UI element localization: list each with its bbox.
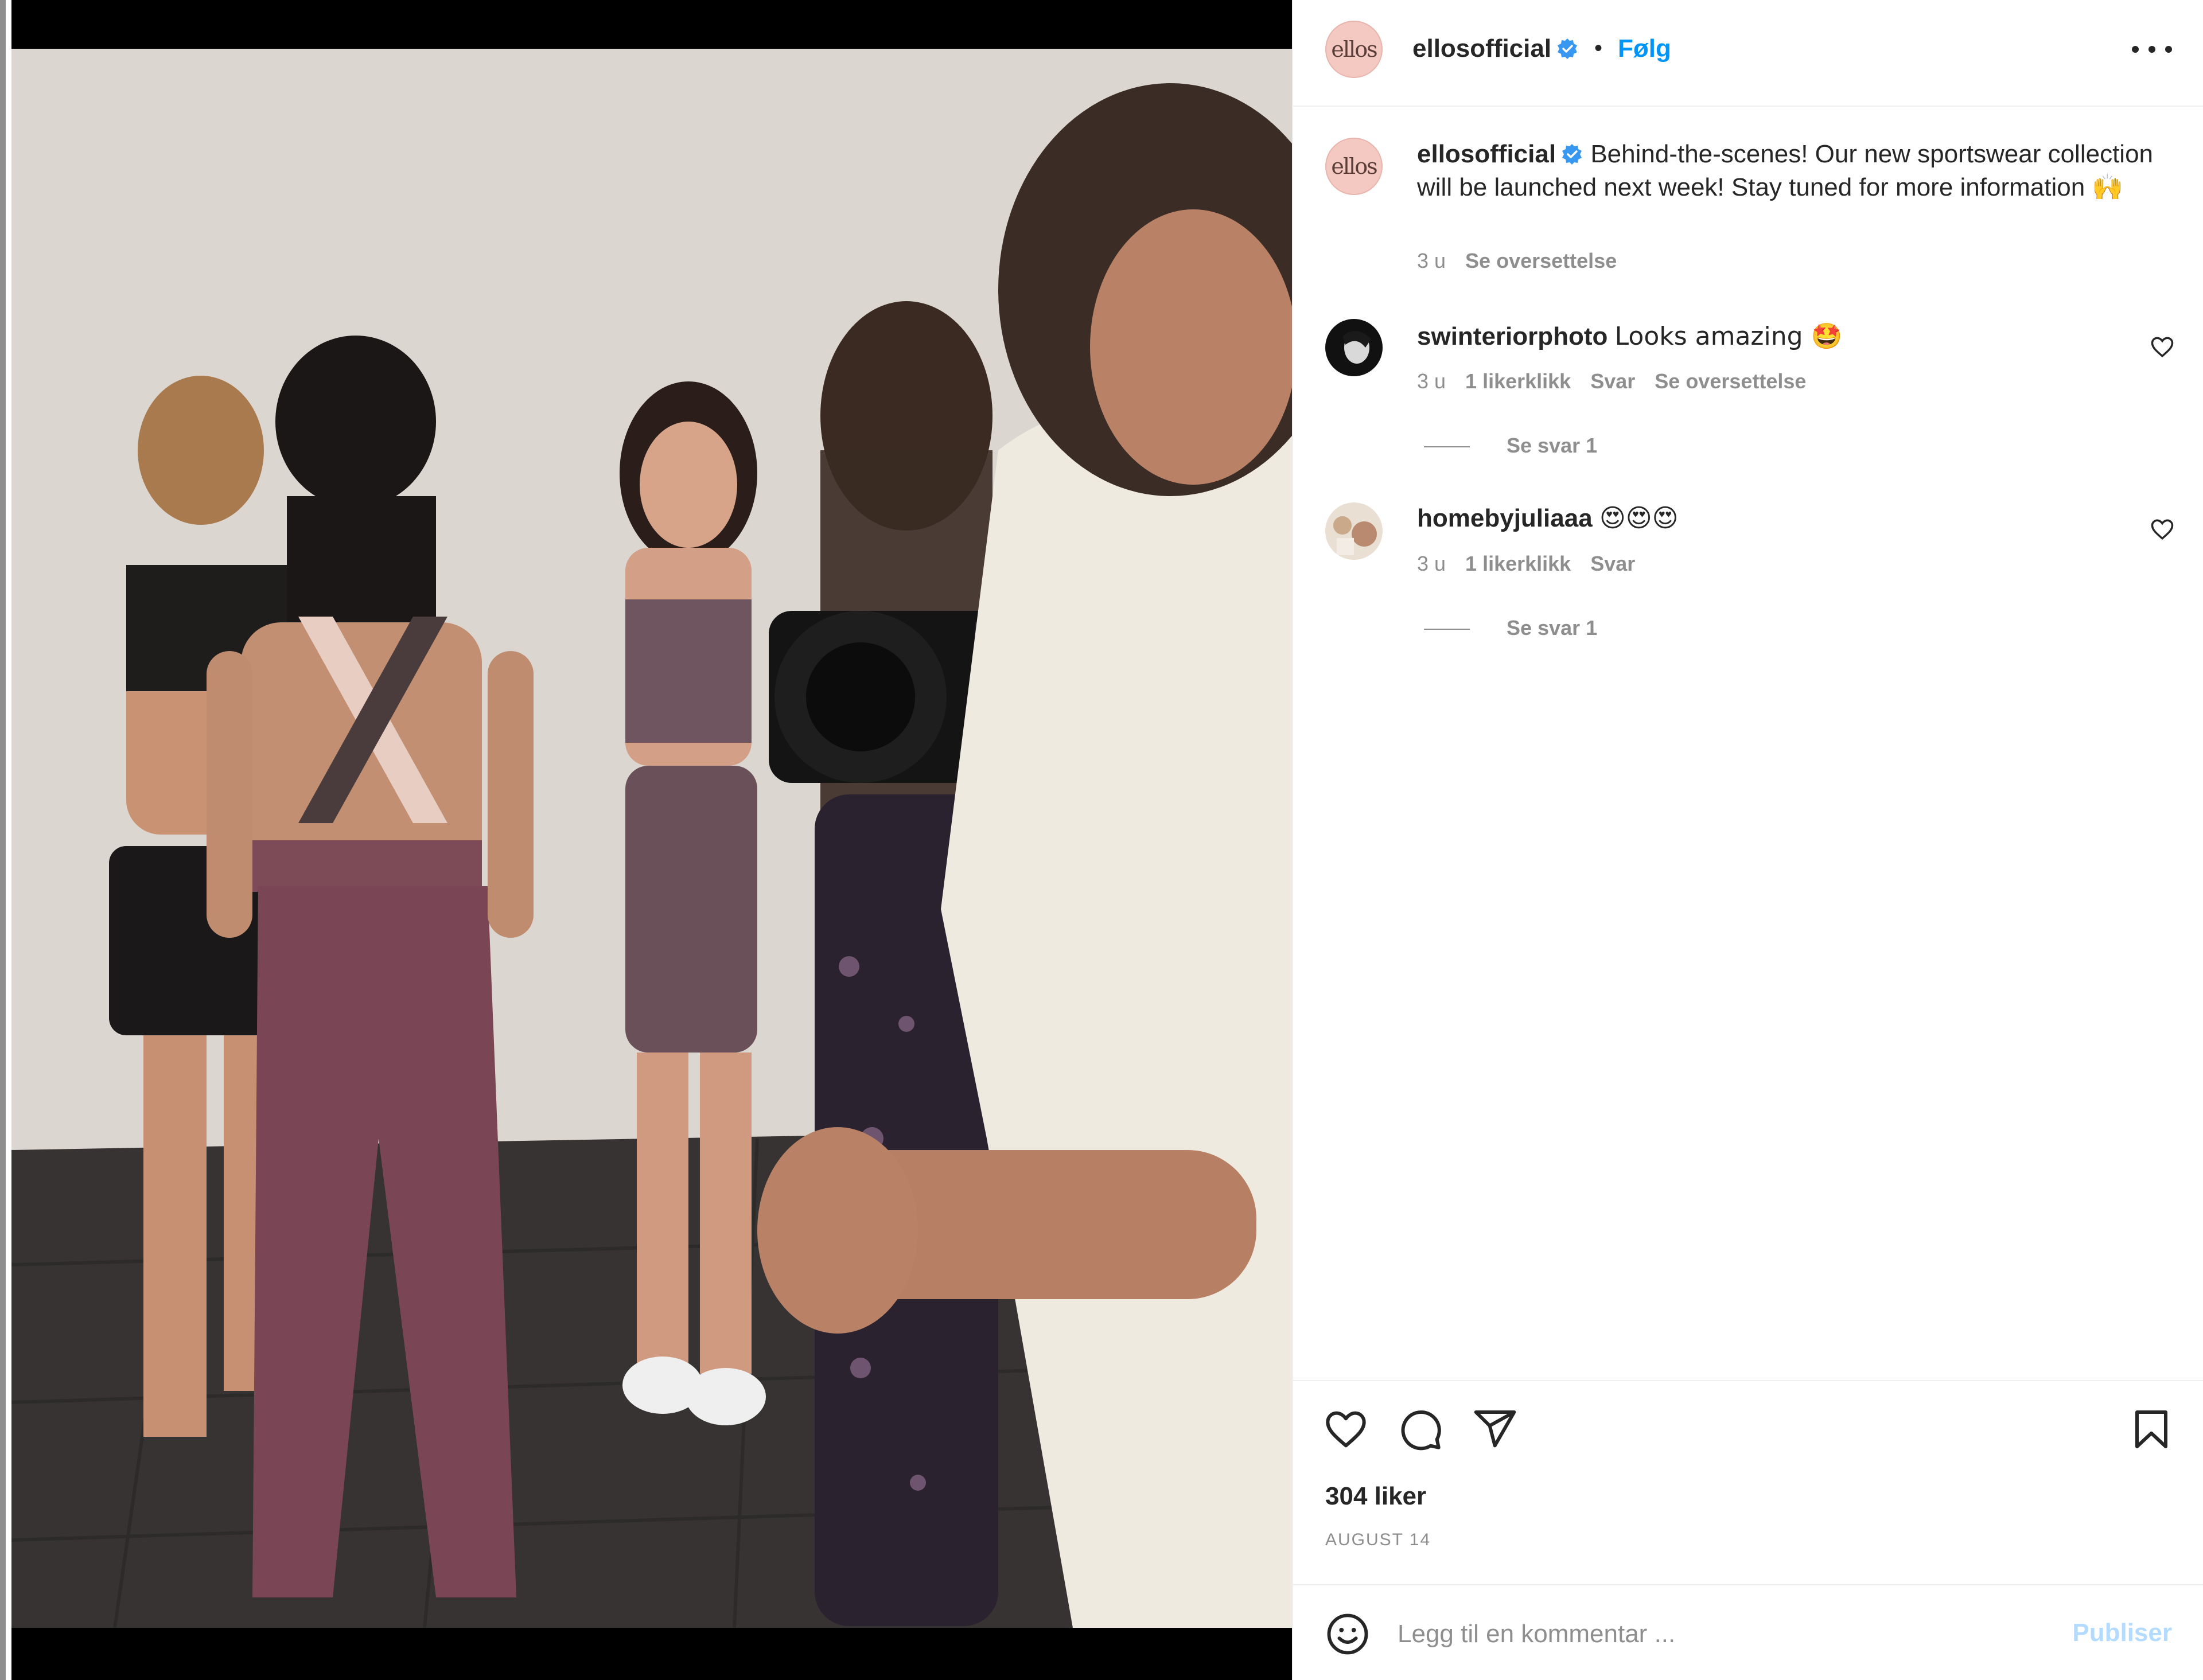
- more-options-icon[interactable]: [2132, 32, 2172, 67]
- caption-translate-link[interactable]: Se oversettelse: [1465, 249, 1617, 272]
- caption: ellosofficial Behind-the-scenes! Our new…: [1417, 138, 2163, 204]
- commenter-avatar[interactable]: [1325, 319, 1383, 376]
- header-separator: •: [1594, 36, 1603, 61]
- comment-username[interactable]: homebyjuliaaa: [1417, 504, 1593, 532]
- comment-input[interactable]: [1398, 1614, 2029, 1654]
- comment-composer: Publiser: [1293, 1584, 2203, 1680]
- post-modal: ellos ellosofficial • Følg ellos ellosof…: [0, 0, 2203, 1680]
- comment-likes-count[interactable]: 1 likerklikk: [1465, 369, 1571, 393]
- post-date[interactable]: AUGUST 14: [1325, 1530, 1431, 1550]
- author-username-text: ellosofficial: [1412, 34, 1552, 63]
- author-username[interactable]: ellosofficial: [1412, 34, 1579, 63]
- author-avatar[interactable]: ellos: [1325, 21, 1383, 78]
- comment-age: 3 u: [1417, 369, 1446, 393]
- comment-age: 3 u: [1417, 552, 1446, 575]
- comment-body: Looks amazing 🤩: [1614, 322, 1843, 351]
- comment-meta: 3 u 1 likerklikk Svar Se oversettelse: [1417, 369, 1806, 393]
- view-replies-button[interactable]: Se svar 1: [1424, 616, 1597, 640]
- comment-reply-button[interactable]: Svar: [1590, 552, 1635, 575]
- replies-line: [1424, 446, 1470, 448]
- heart-icon[interactable]: [1323, 1406, 1369, 1452]
- comment-likes-count[interactable]: 1 likerklikk: [1465, 552, 1571, 575]
- commenter-avatar[interactable]: [1325, 502, 1383, 560]
- view-replies-label: Se svar 1: [1507, 616, 1598, 640]
- view-replies-button[interactable]: Se svar 1: [1424, 434, 1597, 458]
- avatar-logo-text: ellos: [1331, 37, 1377, 62]
- post-photo[interactable]: [11, 49, 1292, 1628]
- comment-like-heart-icon[interactable]: [2150, 517, 2174, 541]
- bookmark-icon[interactable]: [2128, 1406, 2174, 1452]
- replies-line: [1424, 629, 1470, 630]
- post-media[interactable]: [11, 0, 1292, 1680]
- post-header: ellos ellosofficial • Følg: [1293, 0, 2203, 107]
- comment-like-heart-icon[interactable]: [2150, 335, 2174, 359]
- comment-bubble-icon[interactable]: [1398, 1406, 1443, 1452]
- comment-reply-button[interactable]: Svar: [1590, 369, 1635, 393]
- paper-plane-icon[interactable]: [1472, 1406, 1518, 1452]
- caption-age: 3 u: [1417, 249, 1446, 272]
- post-actions: 304 liker AUGUST 14: [1293, 1380, 2203, 1584]
- caption-meta: 3 u Se oversettelse: [1417, 249, 1617, 273]
- smiley-icon[interactable]: [1325, 1612, 1370, 1656]
- follow-button[interactable]: Følg: [1618, 34, 1671, 63]
- comment-item: swinteriorphoto Looks amazing 🤩: [1417, 321, 1842, 351]
- post-side-panel: ellos ellosofficial • Følg ellos ellosof…: [1292, 0, 2203, 1680]
- avatar-image: [1325, 502, 1383, 560]
- caption-avatar[interactable]: ellos: [1325, 138, 1383, 195]
- comment-body: 😍😍😍: [1599, 504, 1679, 533]
- caption-username[interactable]: ellosofficial: [1417, 140, 1556, 168]
- verified-badge-icon: [1558, 38, 1578, 59]
- view-replies-label: Se svar 1: [1507, 434, 1598, 457]
- comment-item: homebyjuliaaa 😍😍😍: [1417, 504, 1679, 533]
- publish-button[interactable]: Publiser: [2072, 1619, 2172, 1647]
- verified-badge-icon: [1562, 144, 1582, 165]
- avatar-image: [1325, 319, 1383, 376]
- photo-illustration: [11, 49, 1292, 1628]
- comment-meta: 3 u 1 likerklikk Svar: [1417, 552, 1635, 576]
- comment-translate-link[interactable]: Se oversettelse: [1655, 369, 1806, 393]
- avatar-logo-text: ellos: [1331, 154, 1377, 179]
- comment-username[interactable]: swinteriorphoto: [1417, 322, 1608, 350]
- likes-count[interactable]: 304 liker: [1325, 1482, 1426, 1511]
